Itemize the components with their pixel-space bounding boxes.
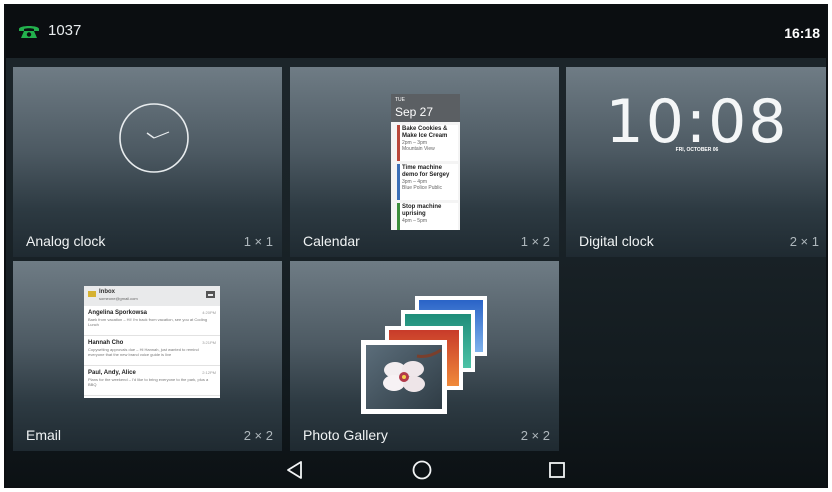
event-title: Stop machine uprising	[402, 204, 442, 217]
calendar-event: Bake Cookies & Make Ice Cream 2pm – 3pm …	[397, 125, 458, 161]
event-title: Time machine demo for Sergey	[402, 165, 450, 178]
phone-handset-icon	[19, 25, 39, 38]
widget-size: 1 × 2	[520, 234, 550, 249]
widget-email[interactable]: Inbox someone@gmail.com Angelina Sporkow…	[13, 261, 282, 451]
widget-analog-clock[interactable]: Analog clock 1 × 1	[13, 67, 282, 257]
widget-name: Digital clock	[579, 233, 654, 249]
widget-photo-gallery[interactable]: Photo Gallery 2 × 2	[290, 261, 559, 451]
status-time: 16:18	[784, 25, 820, 41]
status-bar: 1037 16:18	[6, 6, 826, 58]
calendar-preview: TUE Sep 27 Bake Cookies & Make Ice Cream…	[391, 94, 460, 230]
back-button[interactable]	[281, 456, 309, 484]
widget-preview-pane: TUE Sep 27 Bake Cookies & Make Ice Cream…	[290, 67, 559, 257]
line-status: 1037	[18, 22, 81, 39]
widget-name: Analog clock	[26, 233, 106, 249]
email-time: 3:21PM	[202, 340, 216, 345]
widget-name: Photo Gallery	[303, 427, 388, 443]
event-place: Mountain View	[402, 146, 435, 152]
email-time: 2:12PM	[202, 370, 216, 375]
widget-name: Email	[26, 427, 62, 443]
envelope-icon	[88, 291, 96, 297]
widget-digital-clock[interactable]: 10:08 FRI, OCTOBER 06 Digital clock 2 × …	[566, 67, 826, 257]
back-triangle-icon	[287, 461, 302, 479]
calendar-event: Stop machine uprising 4pm – 5pm	[397, 203, 458, 230]
digital-clock-date: FRI, OCTOBER 06	[675, 147, 719, 153]
widget-preview-pane: 10:08 FRI, OCTOBER 06	[566, 67, 826, 257]
calendar-day-of-week: TUE	[395, 97, 405, 103]
analog-clock-icon	[119, 103, 189, 173]
recents-button[interactable]	[543, 456, 571, 484]
email-account: someone@gmail.com	[99, 296, 138, 301]
widget-name: Calendar	[303, 233, 360, 249]
event-time: 4pm – 5pm	[402, 218, 428, 224]
email-message: Paul, Andy, Alice Plans for the weekend …	[84, 366, 220, 396]
widget-size: 1 × 1	[243, 234, 273, 249]
email-message: Hannah Cho Copywriting approvals due – H…	[84, 336, 220, 366]
email-preview-header: Inbox someone@gmail.com	[84, 286, 220, 306]
widget-preview-pane: Inbox someone@gmail.com Angelina Sporkow…	[13, 261, 282, 451]
email-sender: Hannah Cho	[88, 340, 124, 346]
email-sender: Paul, Andy, Alice	[88, 370, 136, 376]
email-snippet: Copywriting approvals due – Hi Hannah, j…	[88, 347, 199, 357]
widget-calendar[interactable]: TUE Sep 27 Bake Cookies & Make Ice Cream…	[290, 67, 559, 257]
extension-number: 1037	[48, 22, 82, 39]
recents-square-icon	[549, 462, 565, 478]
compose-icon	[206, 291, 215, 298]
calendar-event: Time machine demo for Sergey 3pm – 4pm B…	[397, 164, 458, 200]
calendar-event-list: Bake Cookies & Make Ice Cream 2pm – 3pm …	[391, 122, 460, 230]
home-button[interactable]	[408, 456, 436, 484]
widget-picker-screen: 1037 16:18 Analog clock 1 × 1 TUE Sep 27…	[6, 6, 826, 486]
home-circle-icon	[412, 460, 432, 480]
widget-size: 2 × 2	[243, 428, 273, 443]
widget-preview-pane	[13, 67, 282, 257]
email-message: Angelina Sporkowsa Baek from vacation – …	[84, 306, 220, 336]
calendar-date: Sep 27	[395, 105, 434, 119]
calendar-preview-header: TUE Sep 27	[391, 94, 460, 122]
device-screen-frame: 1037 16:18 Analog clock 1 × 1 TUE Sep 27…	[4, 4, 828, 488]
event-place: Blue Police Public	[402, 185, 443, 191]
event-title: Bake Cookies & Make Ice Cream	[402, 126, 448, 139]
email-snippet: Baek from vacation – Hi! I'm back from v…	[88, 317, 208, 327]
email-sender: Angelina Sporkowsa	[88, 310, 148, 316]
widget-size: 2 × 1	[789, 234, 819, 249]
email-folder: Inbox	[99, 289, 115, 295]
email-preview: Inbox someone@gmail.com Angelina Sporkow…	[84, 286, 220, 398]
widget-size: 2 × 2	[520, 428, 550, 443]
photo-stack-icon	[361, 296, 487, 414]
navigation-bar	[6, 452, 826, 486]
widget-preview-pane	[290, 261, 559, 451]
email-snippet: Plans for the weekend – I'd like to brin…	[88, 377, 209, 387]
email-time: 4:20PM	[202, 310, 216, 315]
